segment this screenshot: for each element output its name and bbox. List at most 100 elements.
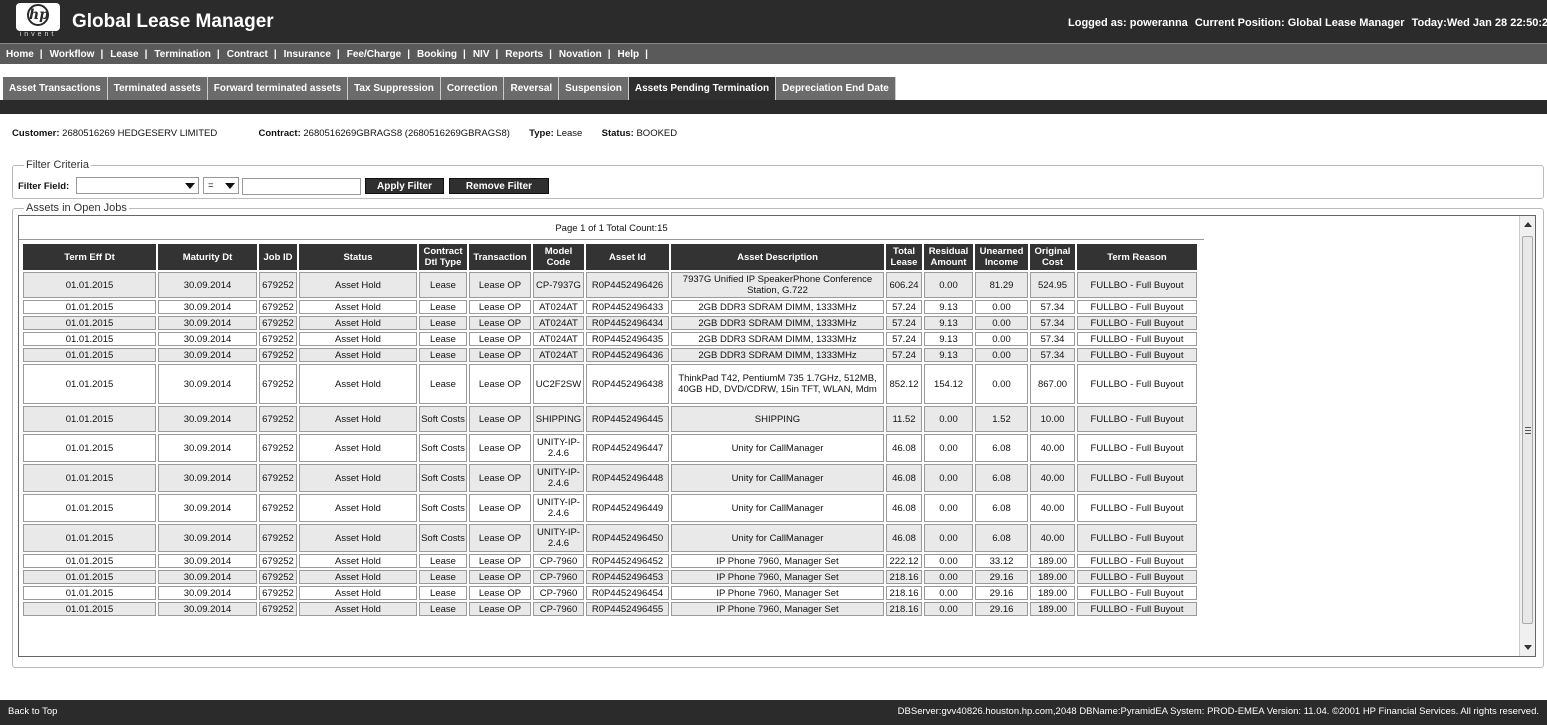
cell-original-cost: 189.00 [1030, 586, 1075, 600]
cell-unearned-income: 1.52 [975, 406, 1028, 432]
column-header-residual-amount[interactable]: Residual Amount [924, 244, 973, 270]
table-row[interactable]: 01.01.2015 30.09.2014 679252 Asset Hold Leas… [23, 602, 1197, 616]
tab-suspension[interactable]: Suspension [559, 77, 629, 100]
table-row[interactable]: 01.01.2015 30.09.2014 679252 Asset Hold Leas… [23, 272, 1197, 298]
cell-asset-description: Unity for CallManager [671, 464, 884, 492]
cell-asset-id: R0P4452496448 [586, 464, 669, 492]
column-header-term-reason[interactable]: Term Reason [1077, 244, 1197, 270]
cell-unearned-income: 0.00 [975, 316, 1028, 330]
cell-residual-amount: 9.13 [924, 348, 973, 362]
back-to-top-link[interactable]: Back to Top [8, 706, 57, 717]
menu-item-help[interactable]: Help | [618, 49, 655, 60]
table-row[interactable]: 01.01.2015 30.09.2014 679252 Asset Hold Leas… [23, 300, 1197, 314]
menu-item-booking[interactable]: Booking | [417, 49, 473, 60]
table-row[interactable]: 01.01.2015 30.09.2014 679252 Asset Hold Leas… [23, 316, 1197, 330]
menu-item-novation[interactable]: Novation | [559, 49, 618, 60]
cell-unearned-income: 6.08 [975, 494, 1028, 522]
cell-total-lease: 57.24 [886, 332, 922, 346]
table-row[interactable]: 01.01.2015 30.09.2014 679252 Asset Hold Leas… [23, 586, 1197, 600]
cell-job-id: 679252 [259, 570, 297, 584]
column-header-total-lease[interactable]: Total Lease [886, 244, 922, 270]
remove-filter-button[interactable]: Remove Filter [449, 178, 549, 194]
menu-item-reports[interactable]: Reports | [505, 49, 559, 60]
cell-model-code: UNITY-IP-2.4.6 [533, 494, 584, 522]
table-row[interactable]: 01.01.2015 30.09.2014 679252 Asset Hold Leas… [23, 554, 1197, 568]
column-header-unearned-income[interactable]: Unearned Income [975, 244, 1028, 270]
column-header-original-cost[interactable]: Original Cost [1030, 244, 1075, 270]
column-header-maturity-dt[interactable]: Maturity Dt [158, 244, 257, 270]
column-header-contract-dtl-type[interactable]: Contract Dtl Type [419, 244, 467, 270]
tab-correction[interactable]: Correction [440, 77, 505, 100]
tab-depreciation-end-date[interactable]: Depreciation End Date [776, 77, 896, 100]
cell-transaction: Lease OP [469, 406, 531, 432]
cell-model-code: CP-7960 [533, 554, 584, 568]
vertical-scrollbar[interactable] [1519, 216, 1535, 656]
cell-original-cost: 57.34 [1030, 300, 1075, 314]
cell-maturity-dt: 30.09.2014 [158, 348, 257, 362]
cell-model-code: AT024AT [533, 348, 584, 362]
menu-item-insurance[interactable]: Insurance | [284, 49, 347, 60]
menu-item-lease[interactable]: Lease | [110, 49, 154, 60]
cell-transaction: Lease OP [469, 332, 531, 346]
table-row[interactable]: 01.01.2015 30.09.2014 679252 Asset Hold Leas… [23, 348, 1197, 362]
filter-value-input[interactable] [242, 178, 361, 195]
tab-reversal[interactable]: Reversal [504, 77, 560, 100]
column-header-transaction[interactable]: Transaction [469, 244, 531, 270]
cell-contract-dtl-type: Soft Costs [419, 434, 467, 462]
table-row[interactable]: 01.01.2015 30.09.2014 679252 Asset Hold Leas… [23, 570, 1197, 584]
cell-status: Asset Hold [299, 464, 417, 492]
cell-term-reason: FULLBO - Full Buyout [1077, 364, 1197, 404]
cell-total-lease: 46.08 [886, 434, 922, 462]
cell-maturity-dt: 30.09.2014 [158, 586, 257, 600]
cell-maturity-dt: 30.09.2014 [158, 494, 257, 522]
filter-field-select[interactable] [76, 177, 199, 194]
column-header-asset-description[interactable]: Asset Description [671, 244, 884, 270]
cell-original-cost: 524.95 [1030, 272, 1075, 298]
column-header-asset-id[interactable]: Asset Id [586, 244, 669, 270]
cell-term-eff-dt: 01.01.2015 [23, 364, 156, 404]
table-row[interactable]: 01.01.2015 30.09.2014 679252 Asset Hold Soft… [23, 406, 1197, 432]
tab-assets-pending-termination[interactable]: Assets Pending Termination [628, 77, 777, 100]
cell-transaction: Lease OP [469, 464, 531, 492]
menu-item-niv[interactable]: NIV | [473, 49, 505, 60]
contract-summary: Customer: 2680516269 HEDGESERV LIMITED C… [12, 128, 677, 139]
table-row[interactable]: 01.01.2015 30.09.2014 679252 Asset Hold Leas… [23, 332, 1197, 346]
cell-maturity-dt: 30.09.2014 [158, 464, 257, 492]
tab-tax-suppression[interactable]: Tax Suppression [348, 77, 441, 100]
chevron-down-icon [185, 183, 195, 189]
cell-original-cost: 40.00 [1030, 434, 1075, 462]
cell-term-eff-dt: 01.01.2015 [23, 332, 156, 346]
cell-residual-amount: 0.00 [924, 464, 973, 492]
tab-terminated-assets[interactable]: Terminated assets [107, 77, 208, 100]
tab-forward-terminated-assets[interactable]: Forward terminated assets [207, 77, 349, 100]
menu-item-contract[interactable]: Contract | [227, 49, 284, 60]
table-row[interactable]: 01.01.2015 30.09.2014 679252 Asset Hold Soft… [23, 464, 1197, 492]
tab-asset-transactions[interactable]: Asset Transactions [3, 77, 108, 100]
column-header-term-eff-dt[interactable]: Term Eff Dt [23, 244, 156, 270]
tab-bar-divider [0, 100, 1547, 114]
menu-separator: | [144, 48, 148, 60]
table-row[interactable]: 01.01.2015 30.09.2014 679252 Asset Hold Soft… [23, 524, 1197, 552]
menu-item-workflow[interactable]: Workflow | [50, 49, 111, 60]
column-header-model-code[interactable]: Model Code [533, 244, 584, 270]
cell-asset-id: R0P4452496454 [586, 586, 669, 600]
scroll-thumb[interactable] [1522, 236, 1533, 624]
table-row[interactable]: 01.01.2015 30.09.2014 679252 Asset Hold Soft… [23, 494, 1197, 522]
apply-filter-button[interactable]: Apply Filter [365, 178, 444, 194]
column-header-job-id[interactable]: Job ID [259, 244, 297, 270]
scroll-up-icon[interactable] [1524, 222, 1532, 227]
cell-term-reason: FULLBO - Full Buyout [1077, 464, 1197, 492]
cell-term-eff-dt: 01.01.2015 [23, 316, 156, 330]
menu-item-home[interactable]: Home | [6, 49, 50, 60]
table-row[interactable]: 01.01.2015 30.09.2014 679252 Asset Hold Leas… [23, 364, 1197, 404]
cell-unearned-income: 6.08 [975, 464, 1028, 492]
filter-operator-select[interactable]: = [203, 177, 239, 194]
table-row[interactable]: 01.01.2015 30.09.2014 679252 Asset Hold Soft… [23, 434, 1197, 462]
menu-item-fee-charge[interactable]: Fee/Charge | [347, 49, 417, 60]
cell-total-lease: 852.12 [886, 364, 922, 404]
cell-term-reason: FULLBO - Full Buyout [1077, 348, 1197, 362]
scroll-down-icon[interactable] [1524, 645, 1532, 650]
menu-item-termination[interactable]: Termination | [154, 49, 226, 60]
column-header-status[interactable]: Status [299, 244, 417, 270]
main-menu: Home | Workflow | Lease | Termination | Contract… [0, 43, 1547, 64]
